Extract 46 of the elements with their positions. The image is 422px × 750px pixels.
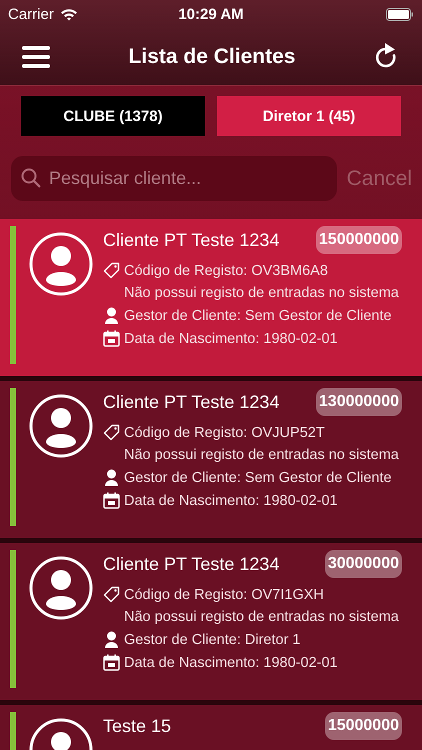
search-field[interactable]: Pesquisar cliente...	[11, 156, 337, 201]
calendar-icon	[103, 654, 120, 671]
value-badge: 30000000	[324, 550, 402, 578]
client-manager: Gestor de Cliente: Sem Gestor de Cliente	[124, 470, 392, 486]
wifi-icon	[60, 8, 78, 20]
person-icon	[103, 631, 120, 648]
tag-icon	[103, 262, 120, 279]
registration-code: Código de Registo: OV3BM6A8	[124, 262, 328, 278]
client-card[interactable]: Cliente PT Teste 1234 150000000 Código de Registo: OV3BM6A8 Não possui registo de entradas no sistema Gestor de Cliente: Sem Gestor de Cliente Data de Nascimento: 1980-02-01	[0, 219, 422, 376]
client-name: Cliente PT Teste 1234	[103, 554, 280, 574]
client-card[interactable]: Teste 15 15000000	[0, 705, 422, 750]
person-icon	[103, 307, 120, 324]
filter-tab[interactable]: Diretor 1 (45)	[217, 96, 401, 136]
entries-note: Não possui registo de entradas no sistema	[124, 609, 399, 625]
birth-date: Data de Nascimento: 1980-02-01	[124, 492, 338, 508]
battery-icon	[386, 8, 414, 20]
calendar-icon	[103, 330, 120, 347]
avatar-icon	[29, 232, 93, 296]
client-manager: Gestor de Cliente: Sem Gestor de Cliente	[124, 308, 392, 324]
carrier-label: Carrier	[8, 6, 54, 22]
calendar-icon	[103, 492, 120, 509]
menu-icon[interactable]	[22, 46, 50, 68]
screen-title: Lista de Clientes	[128, 44, 296, 68]
status-time: 10:29 AM	[178, 6, 244, 22]
client-name: Cliente PT Teste 1234	[103, 230, 280, 250]
client-card[interactable]: Cliente PT Teste 1234 130000000 Código de Registo: OVJUP52T Não possui registo de entradas no sistema Gestor de Cliente: Sem Gestor de Cliente Data de Nascimento: 1980-02-01	[0, 381, 422, 538]
entries-note: Não possui registo de entradas no sistema	[124, 285, 399, 301]
search-icon	[21, 168, 41, 188]
value-badge: 130000000	[316, 388, 402, 416]
birth-date: Data de Nascimento: 1980-02-01	[124, 330, 338, 346]
client-manager: Gestor de Cliente: Diretor 1	[124, 632, 300, 648]
registration-code: Código de Registo: OVJUP52T	[124, 424, 325, 440]
entries-note: Não possui registo de entradas no sistema	[124, 447, 399, 463]
avatar-icon	[29, 556, 93, 620]
client-name: Cliente PT Teste 1234	[103, 392, 280, 412]
value-badge: 150000000	[316, 226, 402, 254]
client-card[interactable]: Cliente PT Teste 1234 30000000 Código de Registo: OV7I1GXH Não possui registo de entradas no sistema Gestor de Cliente: Diretor 1 Data de Nascimento: 1980-02-01	[0, 543, 422, 700]
person-icon	[103, 469, 120, 486]
value-badge: 15000000	[324, 712, 402, 740]
birth-date: Data de Nascimento: 1980-02-01	[124, 654, 338, 670]
registration-code: Código de Registo: OV7I1GXH	[124, 586, 324, 602]
tag-icon	[103, 586, 120, 603]
tag-icon	[103, 424, 120, 441]
client-name: Teste 15	[103, 716, 172, 736]
avatar-icon	[29, 394, 93, 458]
filter-tab[interactable]: CLUBE (1378)	[21, 96, 205, 136]
